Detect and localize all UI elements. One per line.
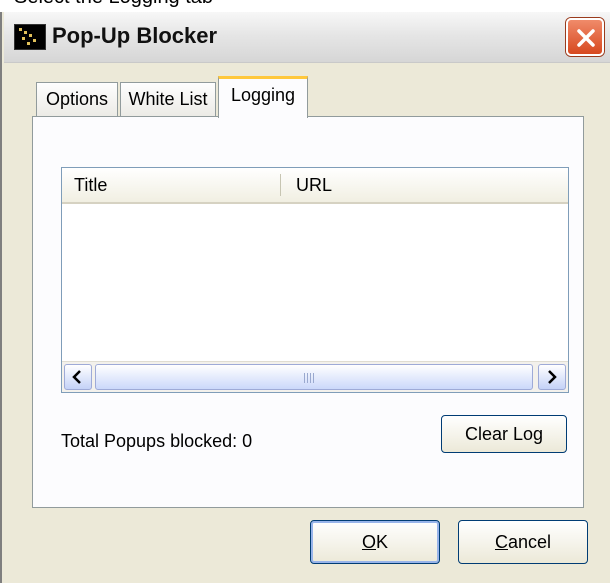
cancel-mnemonic: C <box>494 532 508 552</box>
blocked-count-label: Total Popups blocked: 0 <box>61 431 253 451</box>
clear-log-button[interactable]: Clear Log <box>441 415 567 453</box>
close-icon <box>577 29 595 47</box>
app-icon <box>14 24 46 50</box>
tab-white-list[interactable]: White List <box>120 82 216 116</box>
scroll-left-button[interactable] <box>64 364 92 390</box>
popup-blocker-dialog: Pop-Up Blocker Options White List Loggin… <box>0 12 610 583</box>
column-header-url[interactable]: URL <box>296 168 332 202</box>
tab-options[interactable]: Options <box>36 82 118 116</box>
close-button[interactable] <box>566 18 604 56</box>
horizontal-scrollbar[interactable] <box>62 361 568 392</box>
title-bar[interactable]: Pop-Up Blocker <box>4 12 610 63</box>
scroll-thumb[interactable] <box>95 364 533 390</box>
log-list[interactable]: Title URL <box>61 167 569 393</box>
column-divider[interactable] <box>280 174 281 196</box>
ok-label-rest: K <box>376 532 389 552</box>
logging-panel: Title URL Total Popups blocked: 0 Clear … <box>32 116 584 508</box>
ok-button[interactable]: OK <box>310 520 440 564</box>
scroll-right-button[interactable] <box>538 364 566 390</box>
scroll-right-icon <box>548 370 557 384</box>
cancel-label-rest: ancel <box>507 532 552 552</box>
window-title: Pop-Up Blocker <box>52 23 218 48</box>
instruction-caption: Select the Logging tab <box>14 0 213 9</box>
scroll-left-icon <box>72 370 81 384</box>
cancel-button[interactable]: Cancel <box>458 520 588 564</box>
list-header: Title URL <box>62 168 568 204</box>
column-header-title[interactable]: Title <box>74 168 107 202</box>
tab-logging[interactable]: Logging <box>218 76 308 118</box>
ok-mnemonic: O <box>361 532 376 552</box>
scroll-grip-icon <box>304 373 316 383</box>
